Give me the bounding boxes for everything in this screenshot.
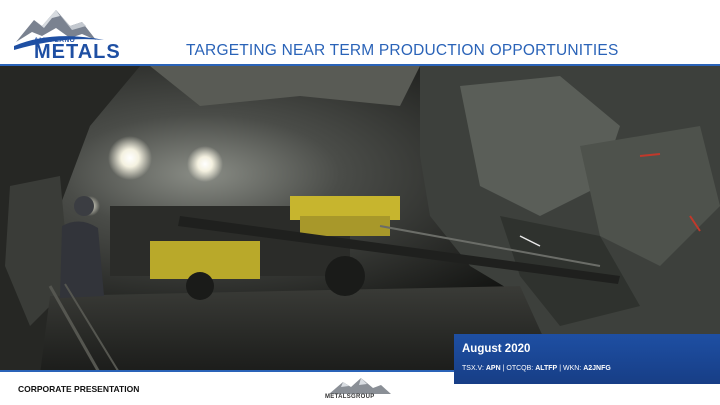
ticker-exchange: TSX.V: <box>462 365 484 372</box>
page-title: TARGETING NEAR TERM PRODUCTION OPPORTUNI… <box>186 42 619 59</box>
ticker-symbol: APN <box>485 365 501 372</box>
hero-image <box>0 64 720 372</box>
mine-tunnel-illustration <box>0 66 720 370</box>
header: ALTIPLANO METALS TARGETING NEAR TERM PRO… <box>0 0 720 64</box>
ticker-symbols: TSX.V: APN | OTCQB: ALTFP | WKN: A2JNFG <box>462 365 611 372</box>
ticker-symbol: A2JNFG <box>583 365 611 372</box>
ticker-separator: | <box>502 365 505 372</box>
date-info-box: August 2020 TSX.V: APN | OTCQB: ALTFP | … <box>454 334 720 384</box>
metals-group-mountain-icon <box>329 378 391 394</box>
corporate-presentation-label: CORPORATE PRESENTATION <box>18 384 140 394</box>
ticker-separator: | <box>559 365 562 372</box>
ticker-exchange: WKN: <box>562 365 582 372</box>
metals-group-logo: METALSGROUP <box>323 376 397 404</box>
presentation-date: August 2020 <box>462 343 531 355</box>
metals-group-logo-text: METALSGROUP <box>325 394 375 400</box>
altiplano-metals-logo: ALTIPLANO METALS <box>12 6 154 62</box>
logo-main-text: METALS <box>34 41 121 63</box>
ticker-exchange: OTCQB: <box>506 365 534 372</box>
ticker-symbol: ALTFP <box>535 365 558 372</box>
